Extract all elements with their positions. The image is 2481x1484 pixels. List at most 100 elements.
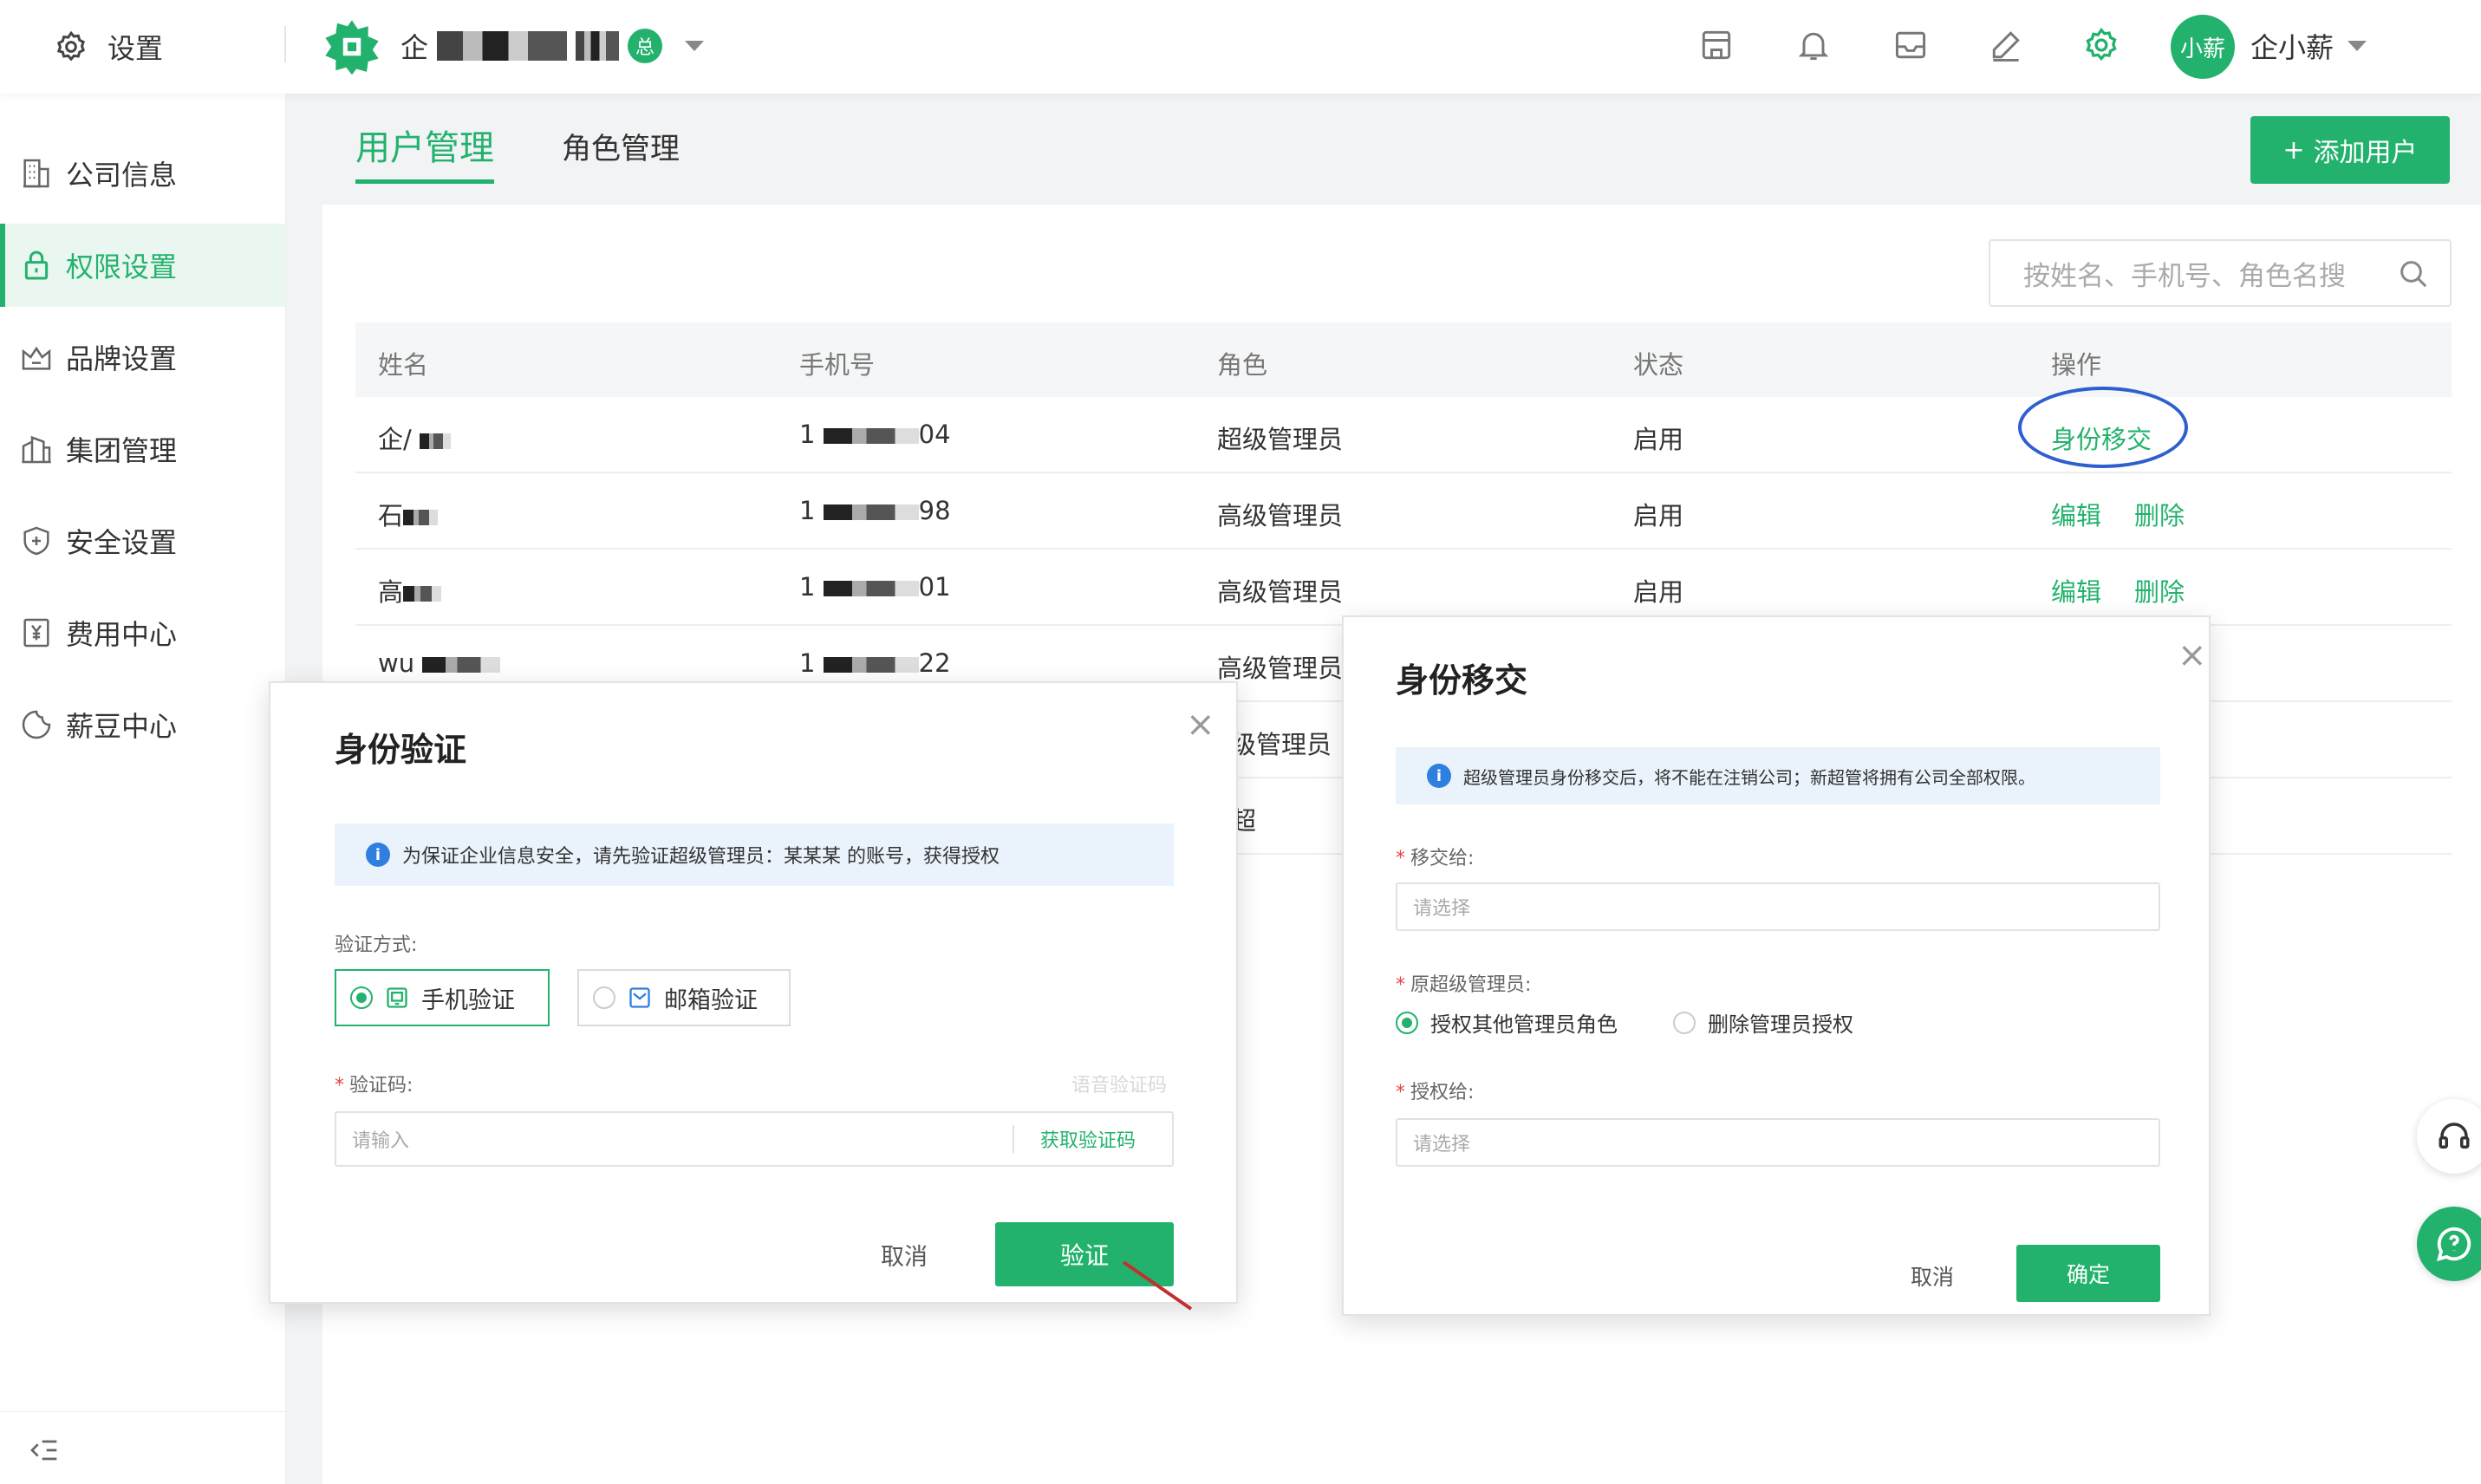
sidebar-item-group[interactable]: 集团管理 [0,407,286,491]
table-header: 姓名 手机号 角色 状态 操作 [355,322,2452,397]
company-logo-icon [325,20,379,75]
sidebar-item-billing[interactable]: 费用中心 [0,591,286,674]
transfer-to-select[interactable]: 请选择 [1396,882,2160,931]
method-label: 邮箱验证 [664,986,758,1014]
tab-user-management[interactable]: 用户管理 [355,113,494,187]
yen-icon [23,618,49,648]
sidebar-item-label: 薪豆中心 [66,710,178,743]
search-placeholder: 按姓名、手机号、角色名搜 [2023,260,2346,292]
phone-icon [387,987,407,1008]
highlight-annotation [2018,387,2188,468]
sidebar-item-beans[interactable]: 薪豆中心 [0,683,286,766]
search-icon[interactable] [2396,257,2431,291]
settings-header[interactable]: 设置 [54,26,163,68]
close-icon[interactable]: × [2178,638,2207,673]
lock-icon [24,251,49,280]
column-header-phone: 手机号 [799,350,876,380]
column-header-status: 状态 [1633,350,1684,380]
identity-verify-dialog: 身份验证 × i 为保证企业信息安全，请先验证超级管理员：某某某 的账号，获得授… [269,681,1238,1311]
close-icon[interactable]: × [1186,707,1215,742]
divider [284,26,286,62]
search-input[interactable]: 按姓名、手机号、角色名搜 [1989,239,2452,307]
table-row: 石 1 98 高级管理员 启用 编辑 删除 [355,473,2452,550]
cell-status: 启用 [1633,425,1684,454]
edit-icon[interactable] [1987,26,2025,64]
sidebar-item-label: 安全设置 [66,526,178,559]
edit-link[interactable]: 编辑 [2051,572,2101,609]
cell-role: 超级管理员 [1217,425,1344,454]
option-label: 删除管理员授权 [1708,1012,1853,1037]
table-row: 高 1 01 高级管理员 启用 编辑 删除 [355,550,2452,626]
sidebar-item-label: 集团管理 [66,434,178,467]
column-header-actions: 操作 [2051,350,2102,380]
edit-link[interactable]: 编辑 [2051,496,2101,532]
sidebar-item-label: 品牌设置 [66,342,178,375]
cancel-button[interactable]: 取消 [1911,1260,1954,1292]
bean-icon [22,710,51,739]
dialog-title: 身份验证 [335,731,467,769]
company-name-redacted-2 [576,31,620,61]
avatar[interactable]: 小薪 [2171,15,2235,79]
delete-link[interactable]: 删除 [2134,572,2185,609]
phone-verify-option[interactable]: 手机验证 [335,969,550,1026]
option-label: 授权其他管理员角色 [1430,1012,1618,1037]
cell-role: 高级管理员 [1217,654,1344,683]
transfer-to-label: * 移交给: [1396,848,1475,869]
select-placeholder: 请选择 [1413,1134,1471,1155]
shield-icon [23,526,49,556]
code-placeholder: 请输入 [352,1130,410,1152]
delete-link[interactable]: 删除 [2134,496,2185,532]
grant-to-label: * 授权给: [1396,1082,1475,1103]
cell-status: 启用 [1633,501,1684,530]
cell-role: 高级管理员 [1217,501,1344,530]
sidebar-item-company-info[interactable]: 公司信息 [0,132,286,215]
gear-icon [56,30,86,62]
sidebar-item-label: 公司信息 [66,159,178,192]
grant-to-select[interactable]: 请选择 [1396,1118,2160,1167]
headquarter-badge: 总 [628,29,663,63]
confirm-button[interactable]: 确定 [2016,1245,2160,1302]
company-switcher[interactable]: 企 总 [400,24,705,68]
voice-code-link[interactable]: 语音验证码 [1071,1070,1167,1097]
method-label: 手机验证 [421,986,515,1014]
get-code-button[interactable]: 获取验证码 [1040,1125,1136,1153]
gear-icon[interactable] [2082,26,2120,64]
sidebar-item-label: 费用中心 [66,618,178,651]
sidebar-item-permissions[interactable]: 权限设置 [0,224,286,307]
inbox-icon[interactable] [1892,26,1930,64]
top-bar: 设置 企 总 小薪 企小薪 [0,0,2481,94]
user-name: 企小薪 [2250,31,2334,64]
crown-icon [22,346,51,370]
tab-role-management[interactable]: 角色管理 [562,113,680,187]
info-banner: i 为保证企业信息安全，请先验证超级管理员：某某某 的账号，获得授权 [335,823,1174,886]
user-menu[interactable]: 企小薪 [2250,26,2367,66]
sidebar-item-label: 权限设置 [66,251,178,283]
code-label: * 验证码: [335,1075,414,1097]
store-icon[interactable] [1697,26,1735,64]
sidebar-collapse-button[interactable] [0,1411,286,1484]
cell-role: 高级管理员 [1217,577,1344,607]
add-user-button[interactable]: + 添加用户 [2250,116,2450,184]
info-banner: i 超级管理员身份移交后，将不能在注销公司；新超管将拥有公司全部权限。 [1396,747,2160,804]
verify-method-label: 验证方式: [335,934,418,956]
original-admin-label: * 原超级管理员: [1396,974,1532,996]
company-name-prefix: 企 [400,31,429,64]
identity-transfer-dialog: 身份移交 × i 超级管理员身份移交后，将不能在注销公司；新超管将拥有公司全部权… [1342,615,2211,1316]
building-icon [23,159,49,188]
grant-other-role-option[interactable]: 授权其他管理员角色 [1396,1007,1618,1038]
cell-name: 石 [378,496,439,532]
info-text: 超级管理员身份移交后，将不能在注销公司；新超管将拥有公司全部权限。 [1463,766,2035,788]
radio-selected [350,986,373,1009]
remove-admin-option[interactable]: 删除管理员授权 [1673,1007,1853,1038]
cell-name: 高 [378,572,442,609]
cell-phone: 1 98 [799,496,951,525]
chevron-down-icon [685,41,705,51]
buildings-icon [22,435,51,464]
email-verify-option[interactable]: 邮箱验证 [577,969,791,1026]
sidebar-item-security[interactable]: 安全设置 [0,499,286,583]
cancel-button[interactable]: 取消 [881,1238,928,1272]
bell-icon[interactable] [1794,26,1833,64]
sidebar: 公司信息 权限设置 品牌设置 集团管理 安全设置 费用中心 薪豆中心 [0,94,286,1484]
radio-unselected [593,986,615,1009]
sidebar-item-brand[interactable]: 品牌设置 [0,316,286,399]
